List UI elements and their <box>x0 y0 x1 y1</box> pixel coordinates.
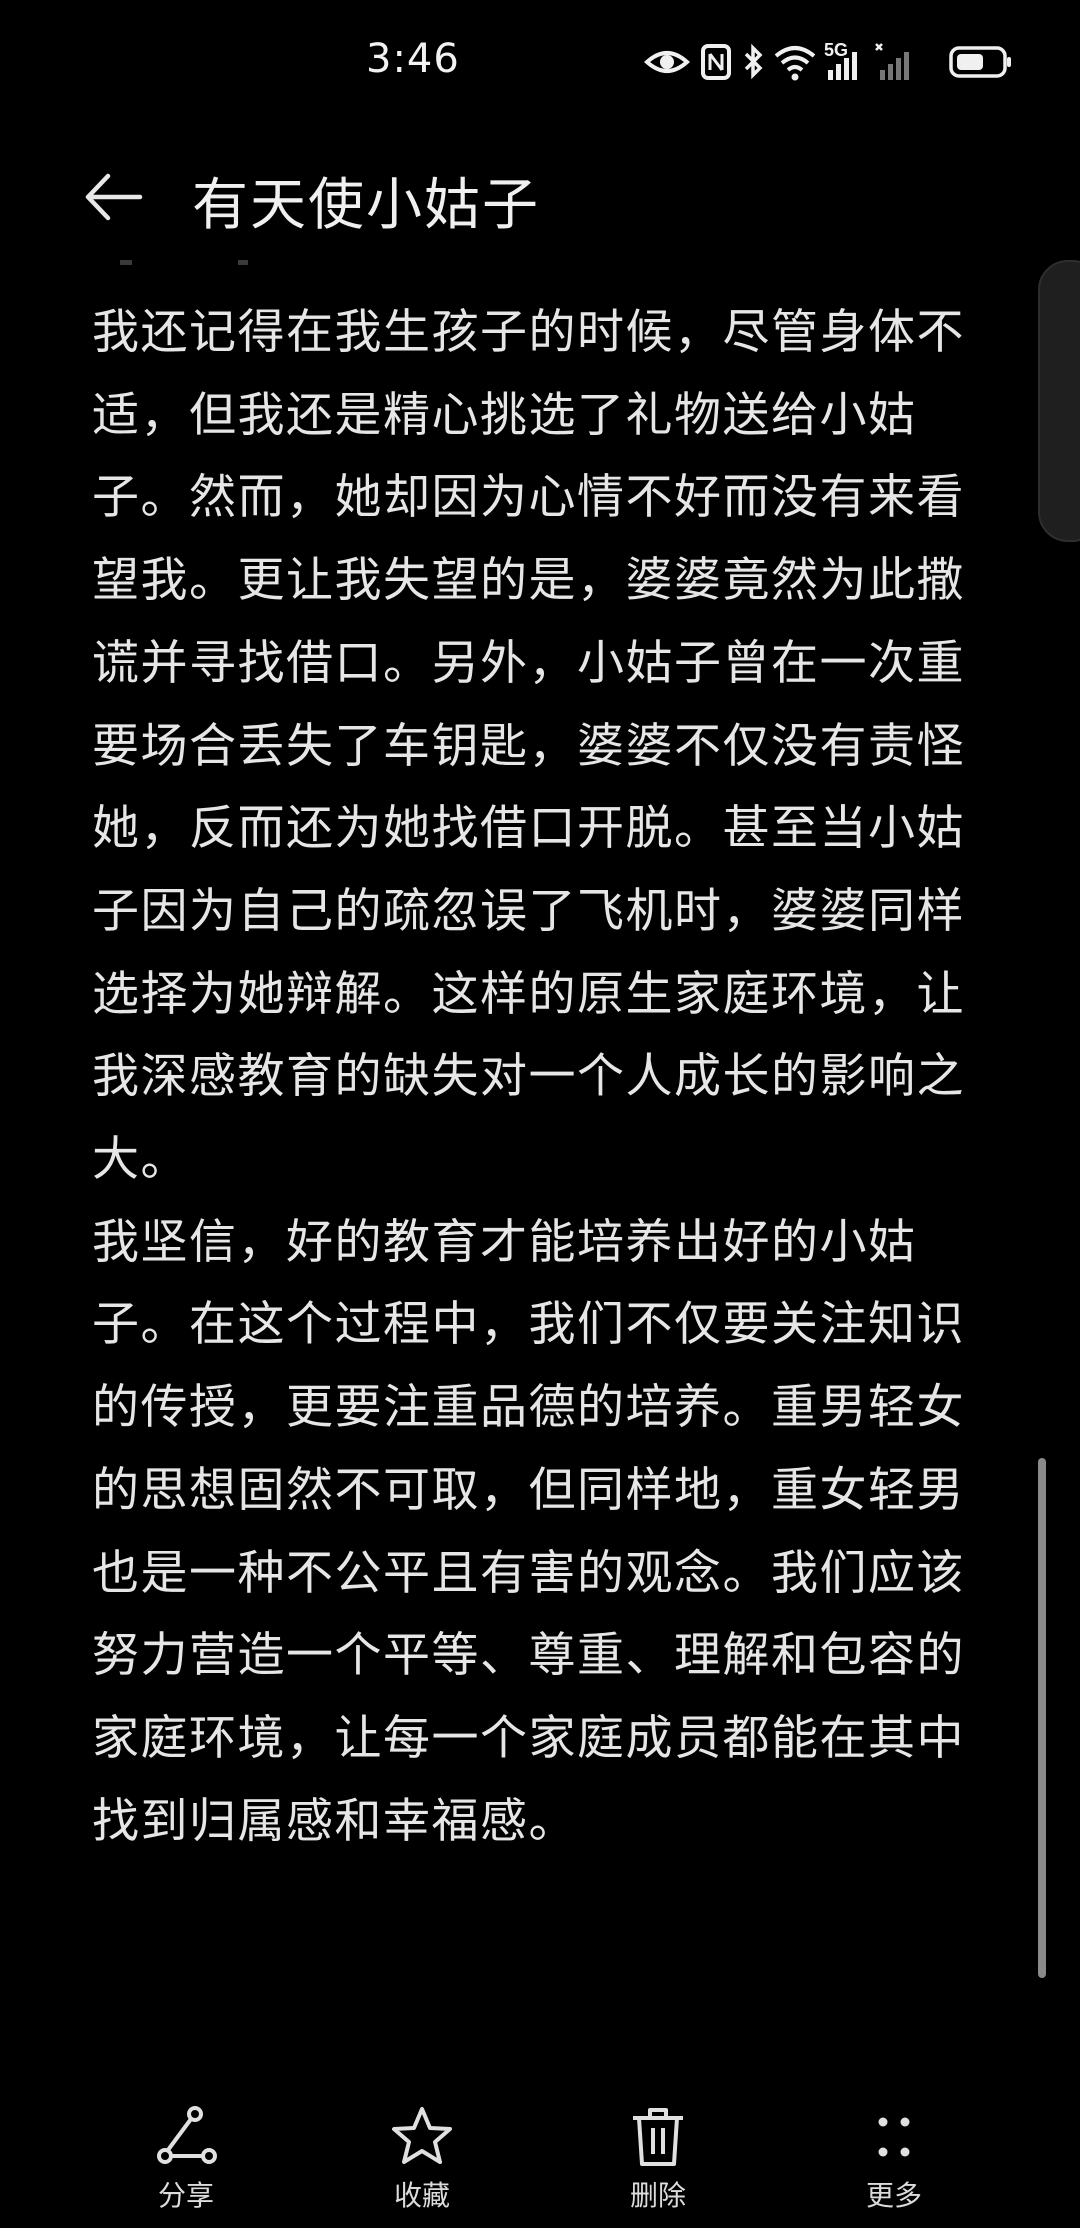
top-bar: 有天使小姑子 <box>0 140 1080 250</box>
note-content[interactable]: 我还记得在我生孩子的时候，尽管身体不适，但我还是精心挑选了礼物送给小姑子。然而，… <box>92 292 992 1863</box>
scrollbar[interactable] <box>1038 1458 1046 1978</box>
bottom-action-bar: 分享 收藏 删除 更多 <box>0 2080 1080 2228</box>
back-button[interactable] <box>80 162 160 232</box>
page-title: 有天使小姑子 <box>192 173 540 238</box>
delete-button[interactable]: 删除 <box>578 2104 738 2224</box>
status-bar: 3:46 5G <box>0 0 1080 125</box>
more-dots-icon <box>878 2117 910 2157</box>
delete-label: 删除 <box>629 2179 686 2212</box>
favorite-label: 收藏 <box>393 2179 450 2212</box>
share-label: 分享 <box>157 2179 214 2212</box>
trash-icon <box>633 2108 683 2166</box>
paragraph: 我坚信，好的教育才能培养出好的小姑子。在这个过程中，我们不仅要关注知识的传授，更… <box>92 1214 965 1849</box>
nfc-icon <box>700 40 732 88</box>
share-button[interactable]: 分享 <box>106 2104 266 2224</box>
bluetooth-icon <box>742 40 766 88</box>
favorite-button[interactable]: 收藏 <box>342 2104 502 2224</box>
arrow-left-icon <box>85 173 143 221</box>
star-icon <box>392 2107 452 2164</box>
eye-icon <box>644 40 690 88</box>
more-button[interactable]: 更多 <box>814 2104 974 2224</box>
battery-icon <box>948 40 1014 88</box>
share-icon <box>157 2106 217 2164</box>
side-panel-handle[interactable] <box>1038 260 1080 542</box>
wifi-icon <box>772 40 818 88</box>
status-icons: 5G <box>640 40 1040 84</box>
more-label: 更多 <box>865 2179 922 2212</box>
status-time: 3:46 <box>366 36 460 82</box>
scrolled-text-remnant <box>120 260 248 265</box>
paragraph: 我还记得在我生孩子的时候，尽管身体不适，但我还是精心挑选了礼物送给小姑子。然而，… <box>92 305 965 1188</box>
signal-icon <box>874 40 914 88</box>
